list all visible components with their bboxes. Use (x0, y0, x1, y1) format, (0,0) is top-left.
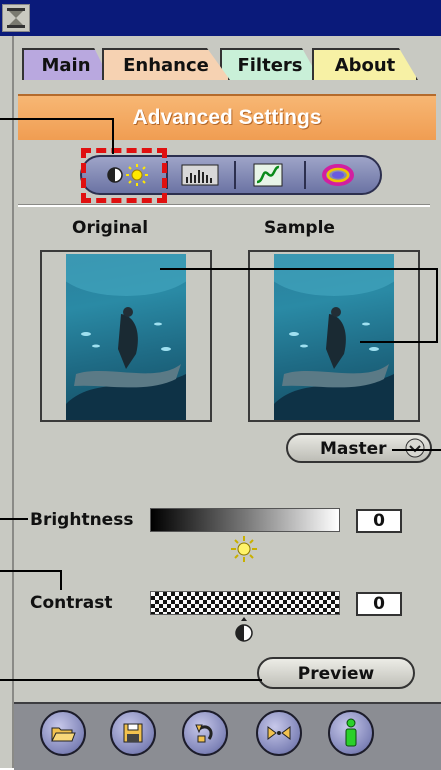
brightness-value-field[interactable]: 0 (356, 509, 402, 533)
callout-line (60, 570, 62, 590)
callout-line (392, 449, 441, 451)
info-icon (345, 718, 357, 747)
contrast-value: 0 (373, 594, 385, 614)
callout-line (112, 118, 114, 154)
title-bar (0, 0, 441, 36)
sample-image (274, 254, 394, 420)
save-button[interactable] (110, 710, 156, 756)
sample-label: Sample (264, 218, 335, 238)
brightness-slider-track[interactable] (150, 508, 340, 532)
channel-selected-value: Master (320, 439, 387, 459)
original-preview-frame (40, 250, 212, 422)
compare-button[interactable] (256, 710, 302, 756)
window-border (12, 36, 14, 768)
section-header: Advanced Settings (18, 94, 436, 140)
tab-label: Enhance (123, 54, 209, 76)
color-wheel-icon (322, 164, 354, 186)
compare-icon (267, 726, 291, 740)
contrast-value-field[interactable]: 0 (356, 592, 402, 616)
brightness-value: 0 (373, 511, 385, 531)
callout-line (436, 268, 438, 342)
brightness-slider-thumb[interactable] (229, 534, 259, 564)
hourglass-icon (7, 8, 25, 28)
info-button[interactable] (328, 710, 374, 756)
contrast-slider-track[interactable] (150, 591, 340, 615)
original-label: Original (72, 218, 149, 238)
curve-button[interactable] (234, 161, 300, 189)
curve-icon (253, 163, 283, 187)
histogram-button[interactable] (166, 161, 232, 189)
chevron-down-icon (405, 438, 425, 458)
tab-label: Main (41, 54, 91, 76)
callout-line (0, 679, 262, 681)
save-icon (123, 723, 143, 743)
tab-label: Filters (237, 54, 303, 76)
tab-label: About (334, 54, 396, 76)
preview-button[interactable]: Preview (257, 657, 415, 689)
contrast-slider-thumb[interactable] (233, 616, 255, 644)
open-button[interactable] (40, 710, 86, 756)
color-button[interactable] (304, 161, 370, 189)
callout-line (0, 518, 28, 520)
callout-line (0, 118, 114, 120)
divider (18, 204, 430, 207)
contrast-label: Contrast (30, 593, 113, 613)
preview-button-label: Preview (297, 664, 375, 684)
channel-dropdown[interactable]: Master (286, 433, 432, 463)
callout-line (360, 341, 438, 343)
original-image (66, 254, 186, 420)
callout-line (0, 570, 62, 572)
system-menu-icon[interactable] (2, 4, 30, 32)
histogram-icon (181, 164, 219, 186)
selection-highlight (81, 148, 167, 203)
undo-button[interactable] (182, 710, 228, 756)
undo-icon (195, 724, 213, 743)
open-folder-icon (51, 727, 76, 742)
sample-preview-frame (248, 250, 420, 422)
callout-line (160, 268, 438, 270)
brightness-label: Brightness (30, 510, 134, 530)
